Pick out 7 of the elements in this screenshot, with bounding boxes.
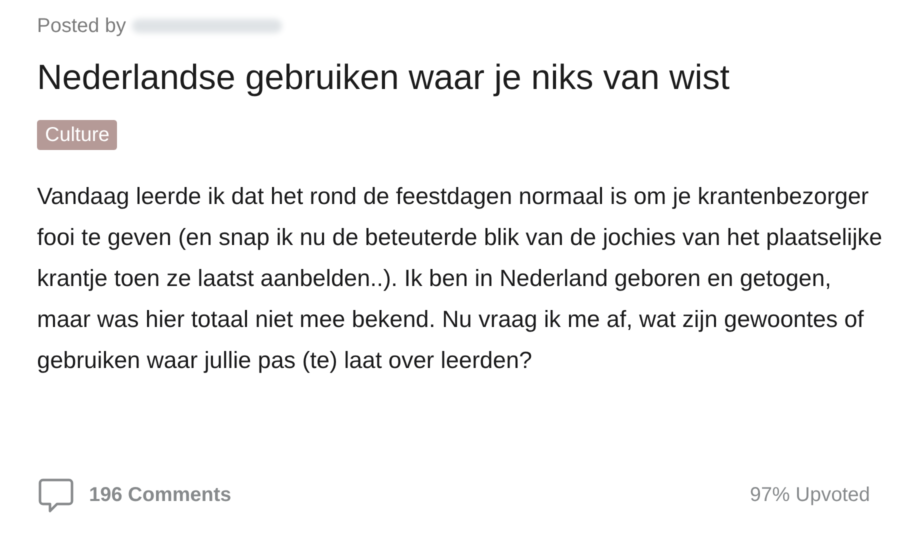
post-title: Nederlandse gebruiken waar je niks van wist [37, 57, 731, 99]
flair-tag[interactable]: Culture [37, 120, 118, 150]
comment-icon [37, 476, 75, 514]
post-body: Vandaag leerde ik dat het rond de feestdagen normaal is om je krantenbezorger fooi te geven (en snap ik nu de beteuterde blik van de jochies van het plaatselijke krantje toen ze laatst aanbelden..). Ik ben in Nederland geboren en getogen, maar was hier totaal niet mee bekend. Nu vraag ik me af, wat zijn gewoontes of gebruiken waar jullie pas (te) laat over leerden? [37, 182, 884, 375]
comments-button[interactable]: 196 Comments [37, 476, 232, 514]
posted-by-label: Posted by [37, 14, 126, 39]
upvoted-percentage: 97% Upvoted [750, 483, 870, 508]
